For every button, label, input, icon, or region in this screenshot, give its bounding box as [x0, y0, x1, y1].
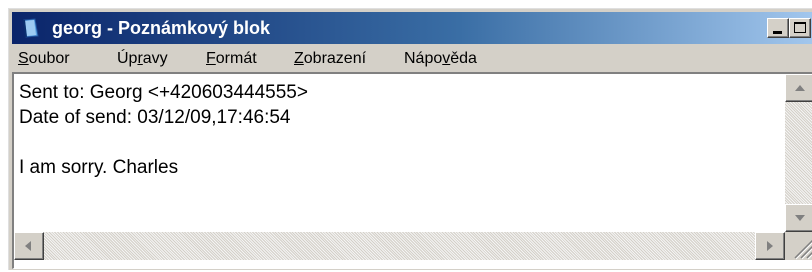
minimize-icon: [773, 31, 782, 34]
text-line-1: Sent to: Georg <+420603444555>: [19, 82, 308, 103]
maximize-icon: [794, 22, 806, 33]
arrow-down-icon: [795, 215, 805, 221]
menu-napoveda-suffix: ěda: [450, 50, 477, 67]
menu-zobrazeni[interactable]: Zobrazení: [294, 49, 366, 69]
menu-bar: Soubor Úpravy Formát Zobrazení Nápověda: [12, 46, 812, 72]
menu-upravy[interactable]: Úpravy: [117, 49, 168, 69]
menu-upravy-suffix: avy: [142, 50, 168, 67]
title-bar[interactable]: georg - Poznámkový blok: [12, 12, 812, 44]
resize-grip[interactable]: [785, 232, 812, 260]
menu-napoveda-prefix: Nápo: [404, 50, 443, 67]
text-line-3: [19, 130, 308, 155]
scroll-up-button[interactable]: [785, 74, 812, 102]
notepad-window: georg - Poznámkový blok Soubor Úpravy Fo…: [8, 8, 812, 270]
scroll-down-button[interactable]: [785, 204, 812, 232]
notepad-icon: [23, 18, 39, 38]
menu-upravy-prefix: Úp: [117, 50, 138, 67]
arrow-right-icon: [767, 241, 773, 251]
text-editor[interactable]: Sent to: Georg <+420603444555> Date of se…: [12, 72, 812, 269]
menu-format-suffix: ormát: [215, 50, 257, 67]
arrow-left-icon: [25, 241, 31, 251]
window-title: georg - Poznámkový blok: [52, 18, 271, 38]
menu-soubor[interactable]: Soubor: [18, 49, 70, 69]
scroll-left-button[interactable]: [14, 232, 44, 260]
arrow-up-icon: [795, 85, 805, 91]
menu-format-accel: F: [206, 50, 216, 67]
scroll-right-button[interactable]: [755, 232, 785, 260]
menu-napoveda[interactable]: Nápověda: [404, 49, 477, 69]
document-text[interactable]: Sent to: Georg <+420603444555> Date of se…: [19, 80, 308, 180]
maximize-button[interactable]: [789, 18, 811, 38]
menu-zobrazeni-accel: Z: [294, 50, 304, 67]
minimize-button[interactable]: [767, 18, 789, 38]
vertical-scrollbar[interactable]: [785, 74, 812, 232]
menu-zobrazeni-suffix: obrazení: [303, 50, 367, 67]
horizontal-scrollbar[interactable]: [14, 232, 785, 260]
menu-soubor-suffix: oubor: [28, 50, 70, 67]
menu-soubor-accel: S: [18, 50, 29, 67]
text-line-2: Date of send: 03/12/09,17:46:54: [19, 107, 291, 128]
text-line-4: I am sorry. Charles: [19, 157, 179, 178]
resize-grip-icon: [794, 239, 812, 260]
menu-format[interactable]: Formát: [206, 49, 257, 69]
